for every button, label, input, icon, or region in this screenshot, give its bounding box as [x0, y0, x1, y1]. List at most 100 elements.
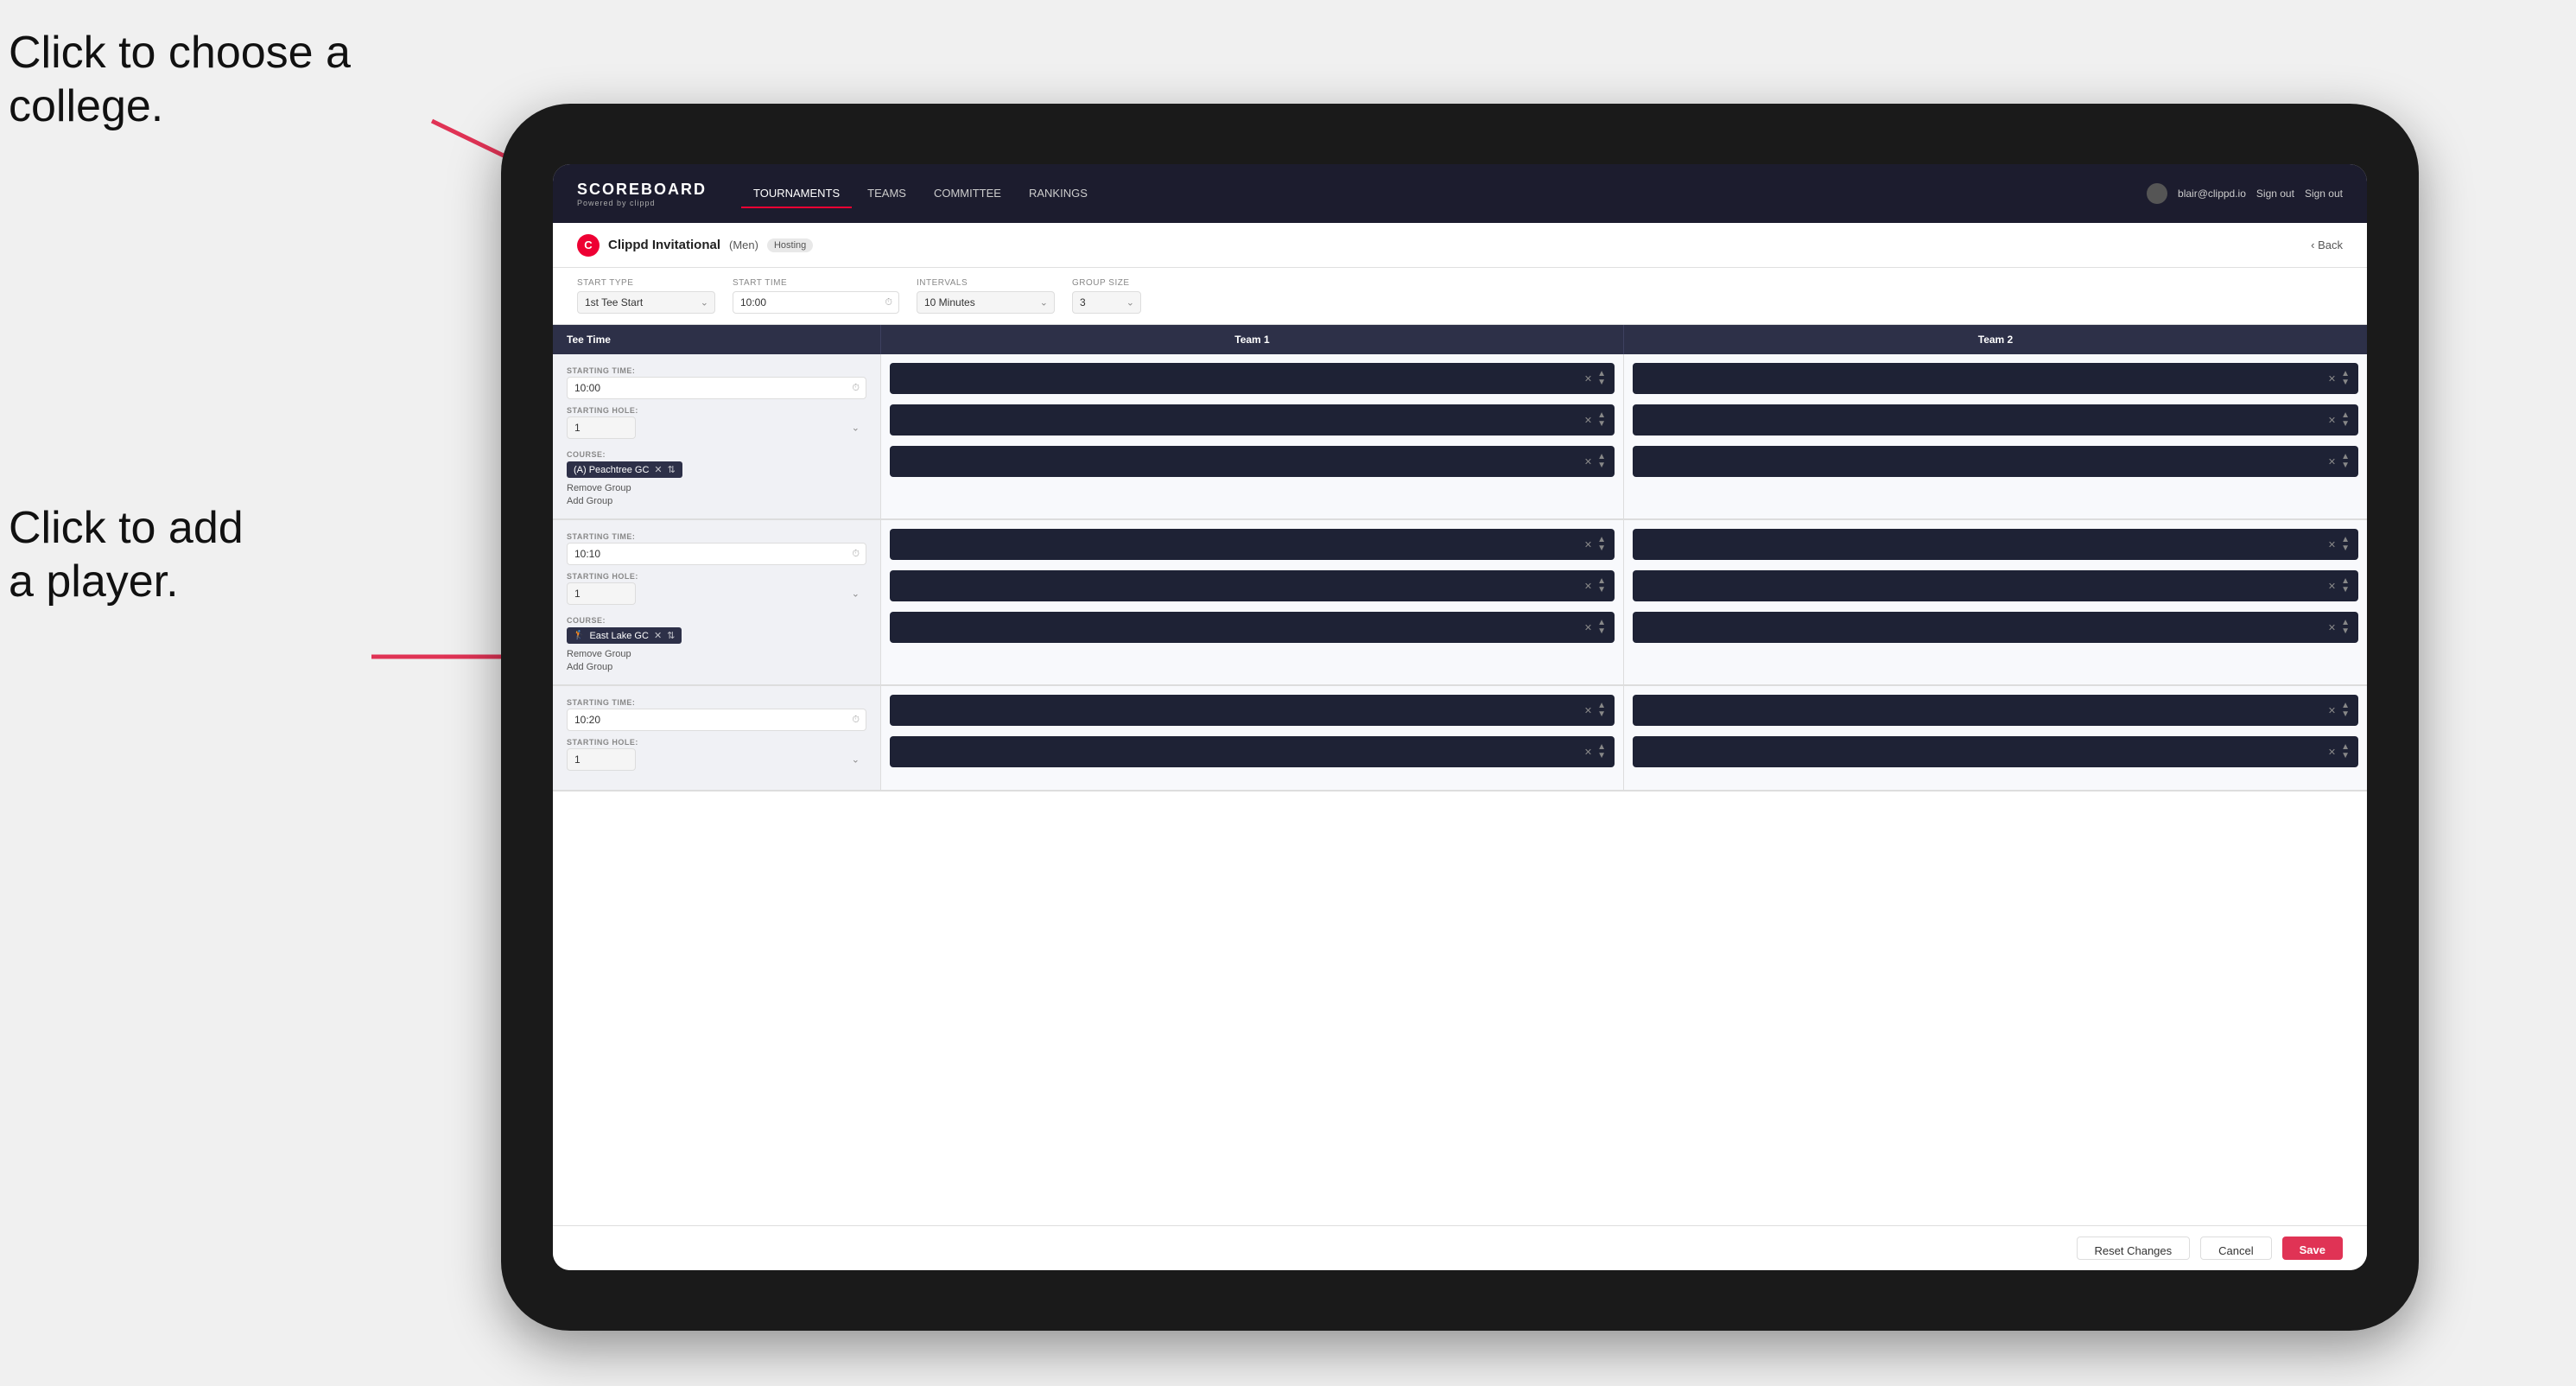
player-slot-arrows-4-1[interactable]: ▲▼	[2341, 536, 2350, 553]
course-tag-2[interactable]: 🏌 East Lake GC ✕ ⇅	[567, 627, 682, 644]
course-tag-sort-1[interactable]: ⇅	[668, 464, 676, 475]
player-slot-x-6-2[interactable]: ✕	[2328, 747, 2336, 758]
player-slot-arrows-2-2[interactable]: ▲▼	[2341, 411, 2350, 429]
back-button[interactable]: ‹ Back	[2311, 238, 2343, 251]
player-slot-x-1-2[interactable]: ✕	[1584, 415, 1592, 426]
player-slot-x-5-1[interactable]: ✕	[1584, 705, 1592, 716]
sub-header-left: C Clippd Invitational (Men) Hosting	[577, 234, 813, 257]
player-slot-arrows-1-2[interactable]: ▲▼	[1597, 411, 1606, 429]
course-section-2: COURSE: 🏌 East Lake GC ✕ ⇅	[567, 612, 866, 644]
player-slot-2-2[interactable]: ✕ ▲▼	[1633, 404, 2358, 436]
start-type-select[interactable]: 1st Tee Start	[577, 291, 715, 314]
player-slot-4-2[interactable]: ✕ ▲▼	[1633, 570, 2358, 601]
action-links-1: Remove Group Add Group	[567, 483, 866, 506]
player-slot-x-3-3[interactable]: ✕	[1584, 622, 1592, 633]
player-slot-1-1[interactable]: ✕ ▲▼	[890, 363, 1615, 394]
nav-committee[interactable]: COMMITTEE	[922, 180, 1013, 208]
player-slot-3-3[interactable]: ✕ ▲▼	[890, 612, 1615, 643]
player-slot-3-1[interactable]: ✕ ▲▼	[890, 529, 1615, 560]
player-slot-arrows-3-3[interactable]: ▲▼	[1597, 619, 1606, 636]
player-slot-x-3-1[interactable]: ✕	[1584, 539, 1592, 550]
starting-hole-select-1[interactable]: 1	[567, 416, 636, 439]
save-button[interactable]: Save	[2282, 1237, 2343, 1260]
nav-user: blair@clippd.io Sign out Sign out	[2147, 183, 2343, 204]
course-tag-sort-2[interactable]: ⇅	[667, 630, 675, 641]
player-slot-x-6-1[interactable]: ✕	[2328, 705, 2336, 716]
add-group-1[interactable]: Add Group	[567, 496, 866, 506]
player-slot-x-1-3[interactable]: ✕	[1584, 456, 1592, 467]
start-time-input[interactable]	[733, 291, 899, 314]
player-slot-arrows-4-2[interactable]: ▲▼	[2341, 577, 2350, 594]
player-slot-3-2[interactable]: ✕ ▲▼	[890, 570, 1615, 601]
starting-time-label-2: STARTING TIME:	[567, 532, 866, 541]
player-slot-1-2[interactable]: ✕ ▲▼	[890, 404, 1615, 436]
player-slot-5-2[interactable]: ✕ ▲▼	[890, 736, 1615, 767]
cancel-button[interactable]: Cancel	[2200, 1237, 2271, 1260]
player-slot-arrows-5-1[interactable]: ▲▼	[1597, 702, 1606, 719]
starting-time-wrapper-1: ⏱	[567, 377, 866, 399]
course-tag-1[interactable]: (A) Peachtree GC ✕ ⇅	[567, 461, 682, 478]
player-slot-1-3[interactable]: ✕ ▲▼	[890, 446, 1615, 477]
settings-row: Start Type 1st Tee Start Start Time ⏱ In…	[553, 268, 2367, 325]
player-slot-arrows-3-2[interactable]: ▲▼	[1597, 577, 1606, 594]
sign-out-link[interactable]: Sign out	[2256, 188, 2294, 200]
team2-col-3: ✕ ▲▼ ✕ ▲▼	[1624, 686, 2367, 790]
group-teams-3: ✕ ▲▼ ✕ ▲▼ ✕ ▲▼	[881, 686, 2367, 790]
player-slot-arrows-6-1[interactable]: ▲▼	[2341, 702, 2350, 719]
starting-hole-select-2[interactable]: 1	[567, 582, 636, 605]
player-slot-x-2-1[interactable]: ✕	[2328, 373, 2336, 385]
reset-changes-button[interactable]: Reset Changes	[2077, 1237, 2191, 1260]
player-slot-x-2-2[interactable]: ✕	[2328, 415, 2336, 426]
start-time-label: Start Time	[733, 278, 899, 288]
annotation-add-player: Click to add a player.	[9, 501, 244, 609]
add-group-2[interactable]: Add Group	[567, 662, 866, 672]
player-slot-6-1[interactable]: ✕ ▲▼	[1633, 695, 2358, 726]
clock-icon-2: ⏱	[852, 549, 860, 560]
starting-time-input-2[interactable]	[567, 543, 866, 565]
player-slot-x-2-3[interactable]: ✕	[2328, 456, 2336, 467]
action-links-2: Remove Group Add Group	[567, 649, 866, 672]
player-slot-arrows-1-3[interactable]: ▲▼	[1597, 453, 1606, 470]
group-left-3: STARTING TIME: ⏱ STARTING HOLE: 1	[553, 686, 881, 790]
player-slot-4-3[interactable]: ✕ ▲▼	[1633, 612, 2358, 643]
player-slot-x-1-1[interactable]: ✕	[1584, 373, 1592, 385]
player-slot-x-4-1[interactable]: ✕	[2328, 539, 2336, 550]
player-slot-5-1[interactable]: ✕ ▲▼	[890, 695, 1615, 726]
course-tag-x-2[interactable]: ✕	[654, 630, 662, 641]
player-slot-arrows-4-3[interactable]: ▲▼	[2341, 619, 2350, 636]
starting-time-field-3: STARTING TIME: ⏱	[567, 698, 866, 731]
player-slot-arrows-1-1[interactable]: ▲▼	[1597, 370, 1606, 387]
group-row-1: STARTING TIME: ⏱ STARTING HOLE: 1	[553, 354, 2367, 520]
starting-time-input-1[interactable]	[567, 377, 866, 399]
player-slot-arrows-3-1[interactable]: ▲▼	[1597, 536, 1606, 553]
player-slot-4-1[interactable]: ✕ ▲▼	[1633, 529, 2358, 560]
course-tag-x-1[interactable]: ✕	[654, 464, 662, 475]
player-slot-arrows-5-2[interactable]: ▲▼	[1597, 743, 1606, 760]
starting-hole-select-3[interactable]: 1	[567, 748, 636, 771]
sign-out-button[interactable]: Sign out	[2305, 188, 2343, 200]
player-slot-arrows-2-3[interactable]: ▲▼	[2341, 453, 2350, 470]
nav-teams[interactable]: TEAMS	[855, 180, 918, 208]
player-slot-x-3-2[interactable]: ✕	[1584, 581, 1592, 592]
clippd-logo-icon: C	[577, 234, 600, 257]
player-slot-x-5-2[interactable]: ✕	[1584, 747, 1592, 758]
player-slot-arrows-6-2[interactable]: ▲▼	[2341, 743, 2350, 760]
player-slot-2-1[interactable]: ✕ ▲▼	[1633, 363, 2358, 394]
col-team2: Team 2	[1624, 325, 2367, 354]
nav-tournaments[interactable]: TOURNAMENTS	[741, 180, 852, 208]
nav-rankings[interactable]: RANKINGS	[1017, 180, 1100, 208]
group-row-2: STARTING TIME: ⏱ STARTING HOLE: 1	[553, 520, 2367, 686]
player-slot-x-4-2[interactable]: ✕	[2328, 581, 2336, 592]
player-slot-2-3[interactable]: ✕ ▲▼	[1633, 446, 2358, 477]
remove-group-1[interactable]: Remove Group	[567, 483, 866, 493]
groups-scroll: STARTING TIME: ⏱ STARTING HOLE: 1	[553, 354, 2367, 1225]
starting-hole-label-2: STARTING HOLE:	[567, 572, 866, 581]
player-slot-arrows-2-1[interactable]: ▲▼	[2341, 370, 2350, 387]
group-size-select[interactable]: 3	[1072, 291, 1141, 314]
intervals-select[interactable]: 10 Minutes	[917, 291, 1055, 314]
starting-time-input-3[interactable]	[567, 709, 866, 731]
starting-time-field-1: STARTING TIME: ⏱	[567, 366, 866, 399]
remove-group-2[interactable]: Remove Group	[567, 649, 866, 659]
player-slot-6-2[interactable]: ✕ ▲▼	[1633, 736, 2358, 767]
player-slot-x-4-3[interactable]: ✕	[2328, 622, 2336, 633]
